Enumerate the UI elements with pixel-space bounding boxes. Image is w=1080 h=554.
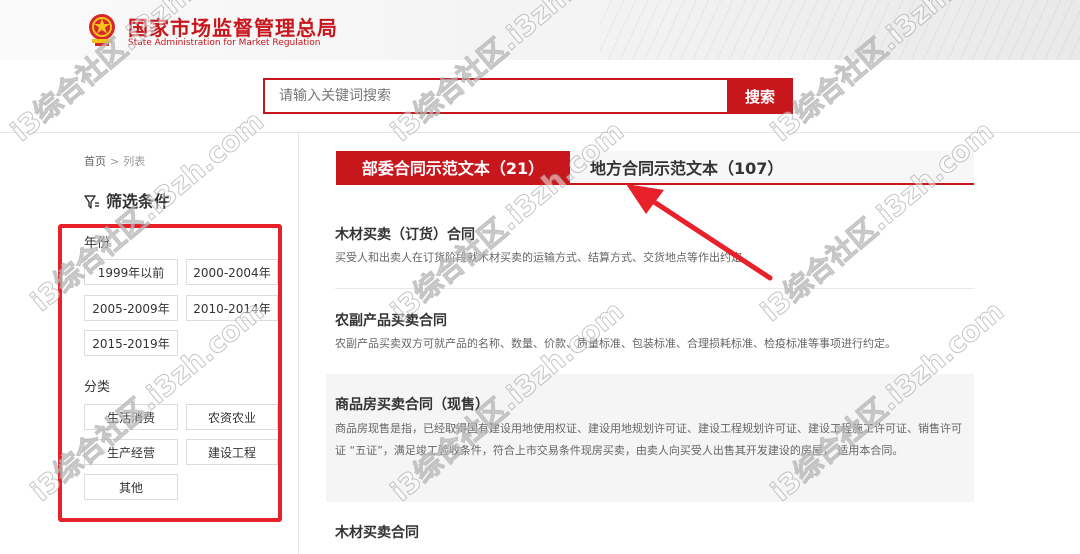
annotation-highlight-box — [58, 224, 282, 522]
watermark-text: i3综合社区.i3zh.com — [384, 114, 631, 328]
list-item[interactable]: 农副产品买卖合同 农副产品买卖双方可就产品的名称、数量、价款、质量标准、包装标准… — [326, 310, 974, 355]
national-emblem-icon — [89, 14, 115, 46]
content-divider — [0, 132, 1080, 133]
search-button[interactable]: 搜索 — [727, 78, 793, 114]
breadcrumb: 首页 > 列表 — [84, 153, 145, 169]
filter-icon — [84, 195, 99, 209]
list-item[interactable]: 商品房买卖合同（现售） 商品房现售是指，已经取得国有建设用地使用权证、建设用地规… — [326, 374, 974, 502]
sidebar-divider — [298, 132, 299, 554]
breadcrumb-current: 列表 — [123, 155, 146, 168]
filter-title: 筛选条件 — [106, 192, 171, 211]
breadcrumb-separator: > — [110, 155, 120, 168]
annotation-arrow-icon — [626, 184, 773, 281]
filter-heading: 筛选条件 — [84, 188, 170, 212]
contract-title[interactable]: 农副产品买卖合同 — [335, 310, 965, 330]
list-divider — [335, 288, 975, 289]
site-subtitle: State Administration for Market Regulati… — [128, 38, 321, 48]
tab-ministry-contracts[interactable]: 部委合同示范文本（21） — [336, 151, 570, 183]
search-bar: 搜索 — [263, 78, 793, 114]
contract-description: 商品房现售是指，已经取得国有建设用地使用权证、建设用地规划许可证、建设工程规划许… — [335, 422, 962, 457]
list-item[interactable]: 木材买卖合同 — [326, 522, 974, 542]
site-title: 国家市场监督管理总局 — [128, 16, 338, 40]
contract-description: 农副产品买卖双方可就产品的名称、数量、价款、质量标准、包装标准、合理损耗标准、检… — [335, 337, 896, 350]
site-header: 国家市场监督管理总局 State Administration for Mark… — [0, 0, 1080, 60]
contract-title[interactable]: 木材买卖合同 — [335, 522, 965, 542]
header-background-pattern — [600, 0, 1080, 60]
search-input[interactable] — [263, 78, 727, 114]
contract-title[interactable]: 商品房买卖合同（现售） — [335, 394, 965, 414]
watermark-text: i3综合社区.i3zh.com — [754, 114, 1001, 328]
breadcrumb-home-link[interactable]: 首页 — [84, 155, 106, 168]
